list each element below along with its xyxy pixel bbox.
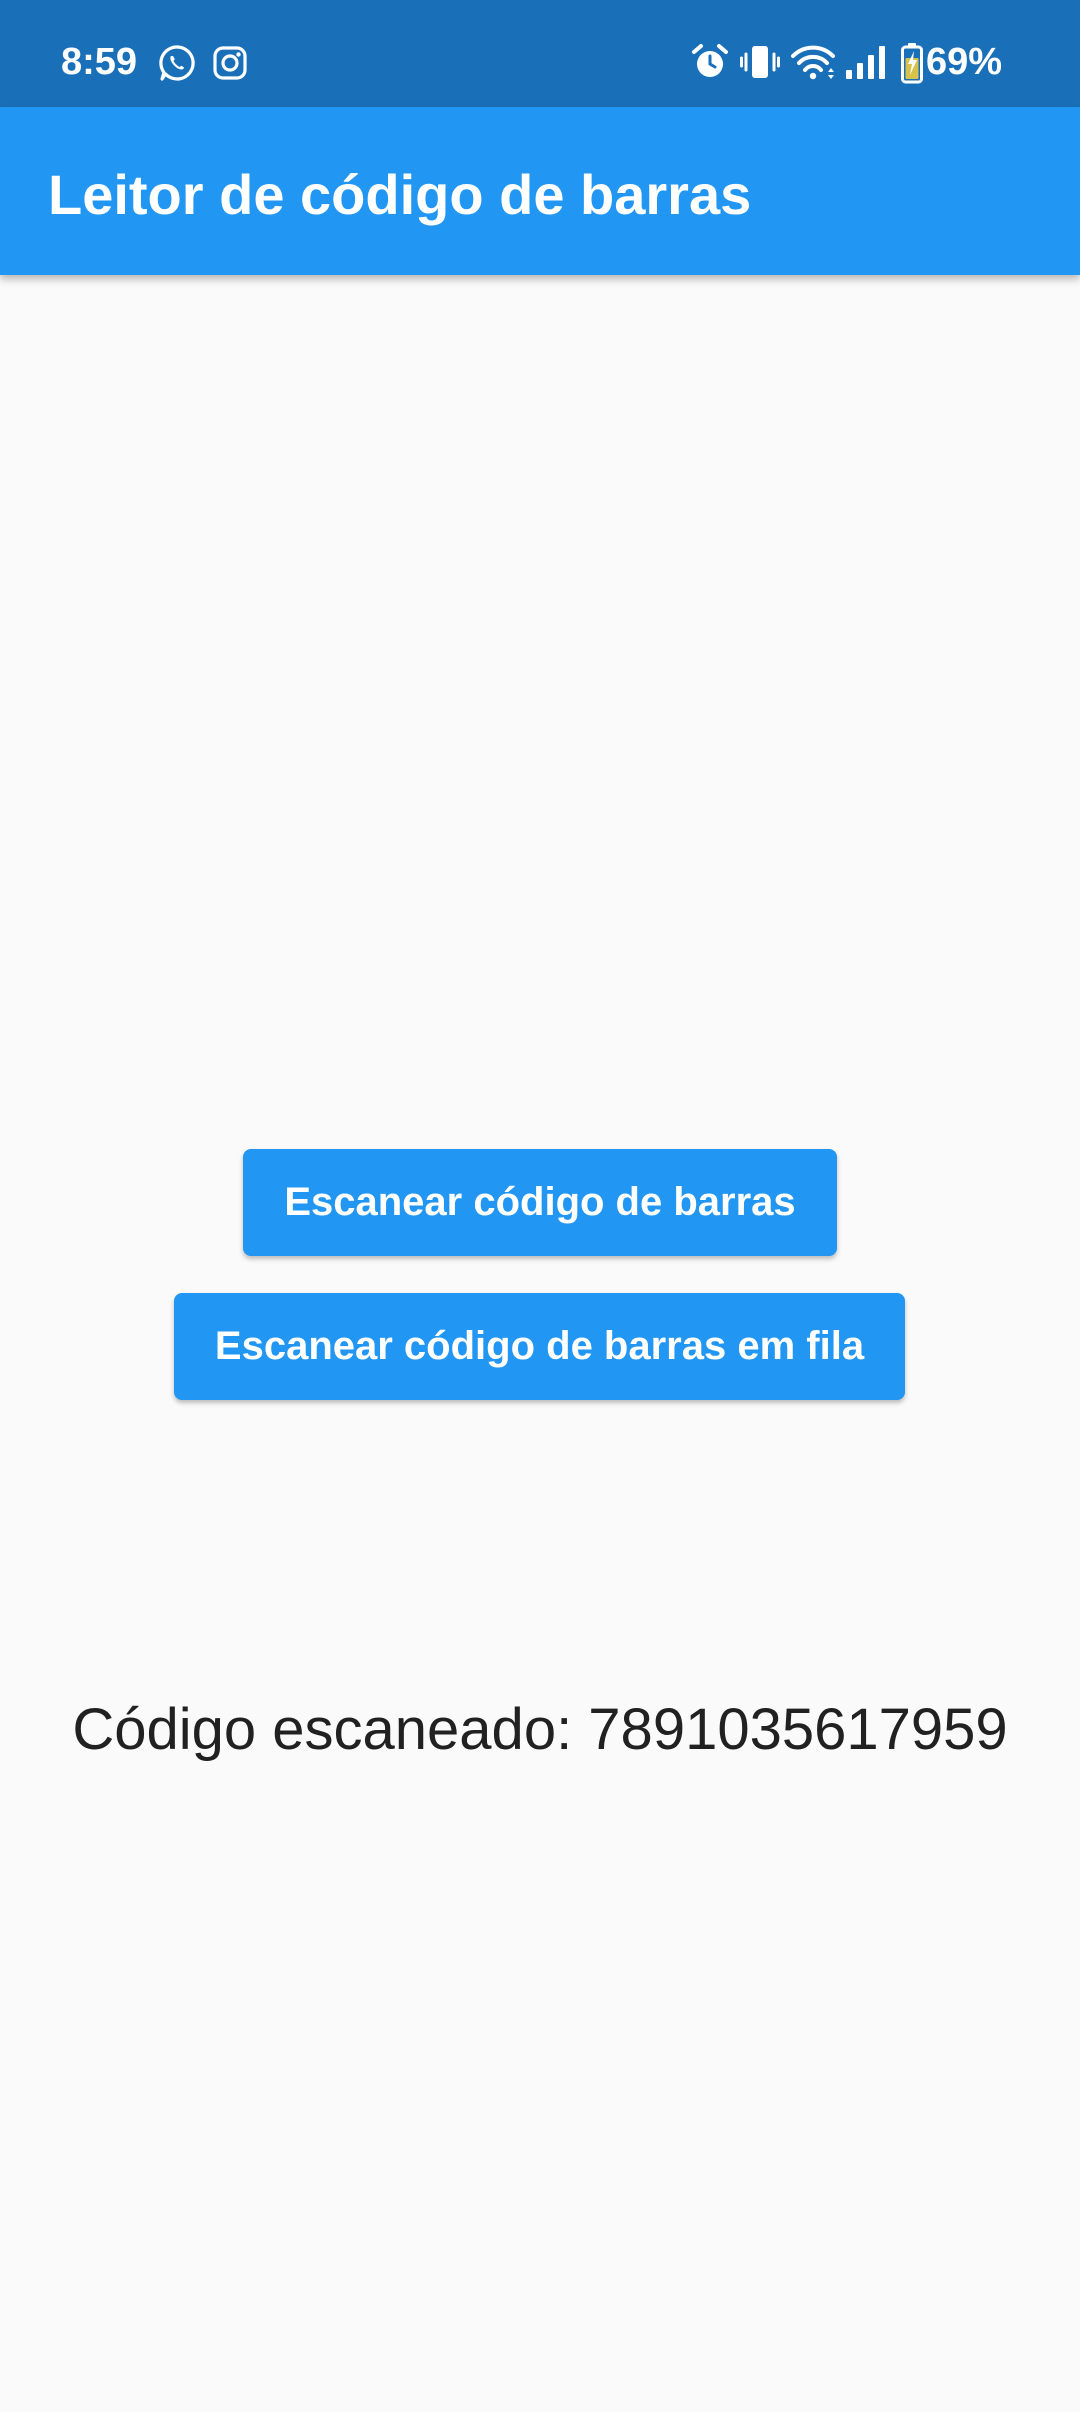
wifi-icon — [790, 42, 836, 82]
signal-icon — [845, 42, 889, 82]
instagram-icon — [210, 43, 250, 83]
scanned-code-text: Código escaneado: 7891035617959 — [72, 1697, 1008, 1762]
app-bar: Leitor de código de barras — [0, 107, 1080, 275]
battery-charging-icon — [900, 42, 924, 84]
scan-barcode-button[interactable]: Escanear código de barras — [243, 1149, 837, 1256]
whatsapp-icon — [157, 43, 197, 83]
status-time: 8:59 — [61, 41, 138, 83]
page-title: Leitor de código de barras — [48, 163, 752, 226]
battery-percent: 69% — [926, 41, 1003, 83]
alarm-icon — [690, 42, 730, 82]
main-content: Escanear código de barras Escanear códig… — [0, 275, 1080, 2412]
scan-barcode-queue-button[interactable]: Escanear código de barras em fila — [174, 1293, 905, 1400]
status-bar: 8:59 69% — [0, 0, 1080, 107]
vibrate-icon — [740, 42, 780, 82]
